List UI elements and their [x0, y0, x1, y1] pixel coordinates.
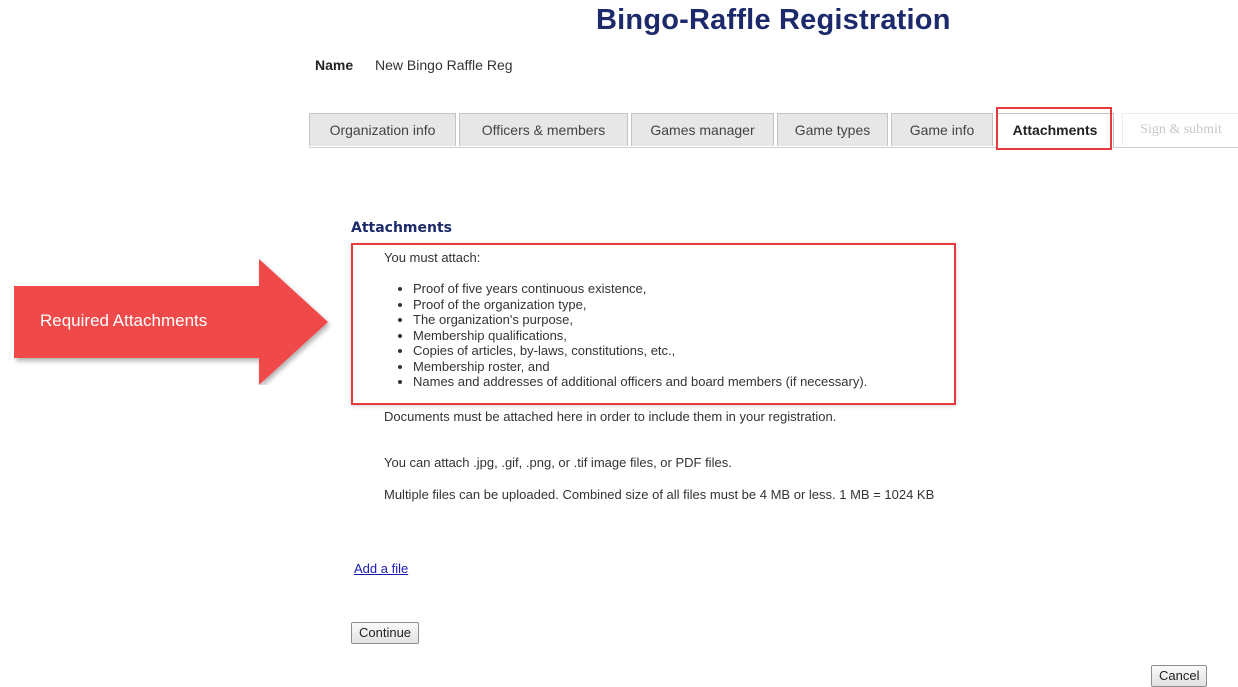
- size-note: Multiple files can be uploaded. Combined…: [384, 487, 935, 502]
- requirements-intro: You must attach:: [384, 250, 481, 265]
- name-label: Name: [315, 57, 354, 73]
- list-item: Names and addresses of additional office…: [413, 374, 867, 390]
- tab-attachments[interactable]: Attachments: [996, 113, 1114, 148]
- tab-officers-members[interactable]: Officers & members: [459, 113, 628, 146]
- list-item: Membership roster, and: [413, 359, 867, 375]
- list-item: Membership qualifications,: [413, 328, 867, 344]
- list-item: Copies of articles, by-laws, constitutio…: [413, 343, 867, 359]
- page-title: Bingo-Raffle Registration: [596, 4, 951, 36]
- list-item: Proof of the organization type,: [413, 297, 867, 313]
- continue-button[interactable]: Continue: [351, 622, 420, 644]
- attachments-heading: Attachments: [351, 220, 453, 236]
- tab-game-info[interactable]: Game info: [891, 113, 993, 146]
- tab-bar: Organization info Officers & members Gam…: [309, 113, 1238, 148]
- list-item: The organization's purpose,: [413, 312, 867, 328]
- tab-sign-submit: Sign & submit: [1122, 113, 1238, 146]
- file-types-note: You can attach .jpg, .gif, .png, or .tif…: [384, 455, 732, 470]
- registration-name-row: Name New Bingo Raffle Reg: [315, 57, 513, 73]
- tab-games-manager[interactable]: Games manager: [631, 113, 774, 146]
- add-file-link[interactable]: Add a file: [354, 561, 408, 576]
- tab-game-types[interactable]: Game types: [777, 113, 888, 146]
- callout-label: Required Attachments: [40, 311, 208, 330]
- requirements-list: Proof of five years continuous existence…: [399, 281, 867, 390]
- name-value: New Bingo Raffle Reg: [375, 57, 513, 73]
- list-item: Proof of five years continuous existence…: [413, 281, 867, 297]
- documents-note: Documents must be attached here in order…: [384, 409, 837, 424]
- tab-organization-info[interactable]: Organization info: [309, 113, 456, 146]
